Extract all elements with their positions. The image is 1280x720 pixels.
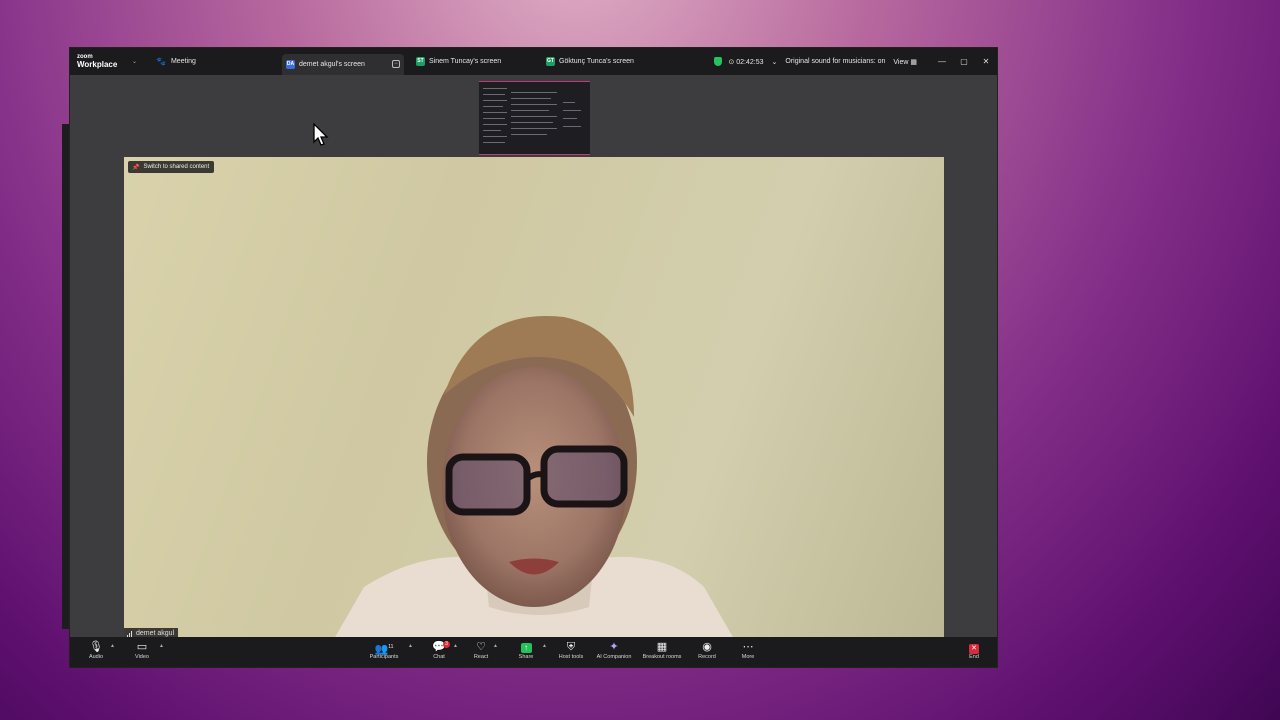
participants-label: Participants: [369, 654, 399, 660]
avatar: ST: [416, 57, 425, 66]
tab-screen-label: Göktunç Tunca's screen: [559, 58, 634, 65]
chat-label: Chat: [433, 654, 445, 660]
end-button[interactable]: ✕ End: [952, 640, 996, 661]
tab-meeting[interactable]: 🐾 Meeting: [156, 48, 196, 75]
avatar: GT: [546, 57, 555, 66]
video-options-caret-icon[interactable]: ▲: [159, 643, 164, 649]
chevron-down-icon[interactable]: ⌄: [772, 58, 778, 66]
video-button[interactable]: ▭ Video: [120, 640, 164, 661]
ai-companion-button[interactable]: ✦ AI Companion: [591, 640, 637, 661]
audio-label: Audio: [88, 654, 104, 660]
more-label: More: [741, 654, 755, 660]
shield-icon: ⛨: [566, 641, 576, 653]
react-caret-icon[interactable]: ▲: [493, 643, 498, 649]
video-camera-icon: ▭: [136, 641, 148, 653]
meeting-timer[interactable]: ⊙ 02:42:53: [728, 58, 763, 66]
tab-screen-sinem[interactable]: ST Sinem Tuncay's screen: [416, 48, 501, 75]
active-speaker-video[interactable]: 📌 Switch to shared content demet akgul: [124, 157, 944, 639]
participant-name: demet akgul: [136, 630, 175, 637]
chat-unread-badge: 3: [443, 641, 450, 648]
participant-video-image: [334, 315, 734, 639]
signal-strength-icon: [127, 630, 133, 637]
host-tools-button[interactable]: ⛨ Host tools: [549, 640, 593, 661]
record-button[interactable]: ◉ Record: [685, 640, 729, 661]
tab-screen-label: Sinem Tuncay's screen: [429, 58, 502, 65]
tab-screen-label: demet akgul's screen: [299, 61, 365, 68]
breakout-rooms-label: Breakout rooms: [642, 654, 682, 660]
record-icon: ◉: [702, 641, 712, 653]
minimize-tab-icon[interactable]: −: [392, 60, 400, 68]
audio-options-caret-icon[interactable]: ▲: [110, 643, 115, 649]
chat-caret-icon[interactable]: ▲: [453, 643, 458, 649]
share-label: Share: [518, 654, 534, 660]
zoom-meeting-window: zoom Workplace ⌄ 🐾 Meeting DA demet akgu…: [69, 47, 998, 668]
record-label: Record: [698, 654, 716, 660]
zoom-workplace-logo[interactable]: zoom Workplace: [77, 54, 118, 69]
view-button[interactable]: View ▦: [893, 58, 917, 66]
participants-icon: 👥11: [374, 643, 394, 656]
end-call-icon: ✕: [969, 644, 979, 654]
participants-caret-icon[interactable]: ▲: [408, 643, 413, 649]
participants-button[interactable]: 👥11 Participants: [362, 640, 406, 661]
tab-screen-goktunc[interactable]: GT Göktunç Tunca's screen: [546, 48, 634, 75]
ai-companion-label: AI Companion: [596, 654, 632, 660]
switch-label: Switch to shared content: [143, 164, 210, 170]
avatar: DA: [286, 60, 295, 69]
shared-screen-thumbnail[interactable]: [479, 81, 590, 155]
tab-meeting-label: Meeting: [170, 58, 196, 65]
more-button[interactable]: ⋯ More: [726, 640, 770, 661]
participants-count: 11: [388, 644, 394, 650]
close-window-icon[interactable]: ✕: [975, 57, 997, 66]
share-screen-icon: ↑: [520, 643, 532, 653]
paw-icon: 🐾: [156, 57, 166, 66]
shield-icon[interactable]: [714, 57, 723, 66]
host-tools-label: Host tools: [558, 654, 584, 660]
mouse-cursor-icon: [313, 123, 329, 146]
sparkle-icon: ✦: [609, 641, 619, 653]
switch-to-shared-content-button[interactable]: 📌 Switch to shared content: [128, 161, 215, 173]
chevron-down-icon[interactable]: ⌄: [132, 58, 137, 65]
status-area: ⊙ 02:42:53 ⌄ Original sound for musician…: [714, 48, 997, 75]
react-label: React: [473, 654, 489, 660]
video-label: Video: [135, 654, 149, 660]
breakout-rooms-button[interactable]: ▦ Breakout rooms: [638, 640, 686, 661]
more-options-icon: ⋯: [742, 641, 754, 653]
original-sound-status[interactable]: Original sound for musicians: on: [785, 58, 885, 65]
tab-screen-demet[interactable]: DA demet akgul's screen −: [282, 54, 404, 75]
end-label: End: [969, 654, 979, 660]
share-caret-icon[interactable]: ▲: [542, 643, 547, 649]
logo-workplace-text: Workplace: [77, 60, 118, 69]
title-bar: zoom Workplace ⌄ 🐾 Meeting DA demet akgu…: [70, 48, 997, 75]
minimize-window-icon[interactable]: —: [931, 57, 953, 66]
grid-icon: ▦: [656, 641, 668, 653]
meeting-controls-toolbar: 🎙 Audio ▲ ▭ Video ▲ 👥11 Participants ▲ 💬…: [70, 637, 997, 667]
maximize-window-icon[interactable]: ▢: [953, 57, 975, 66]
pin-icon: 📌: [132, 164, 140, 171]
